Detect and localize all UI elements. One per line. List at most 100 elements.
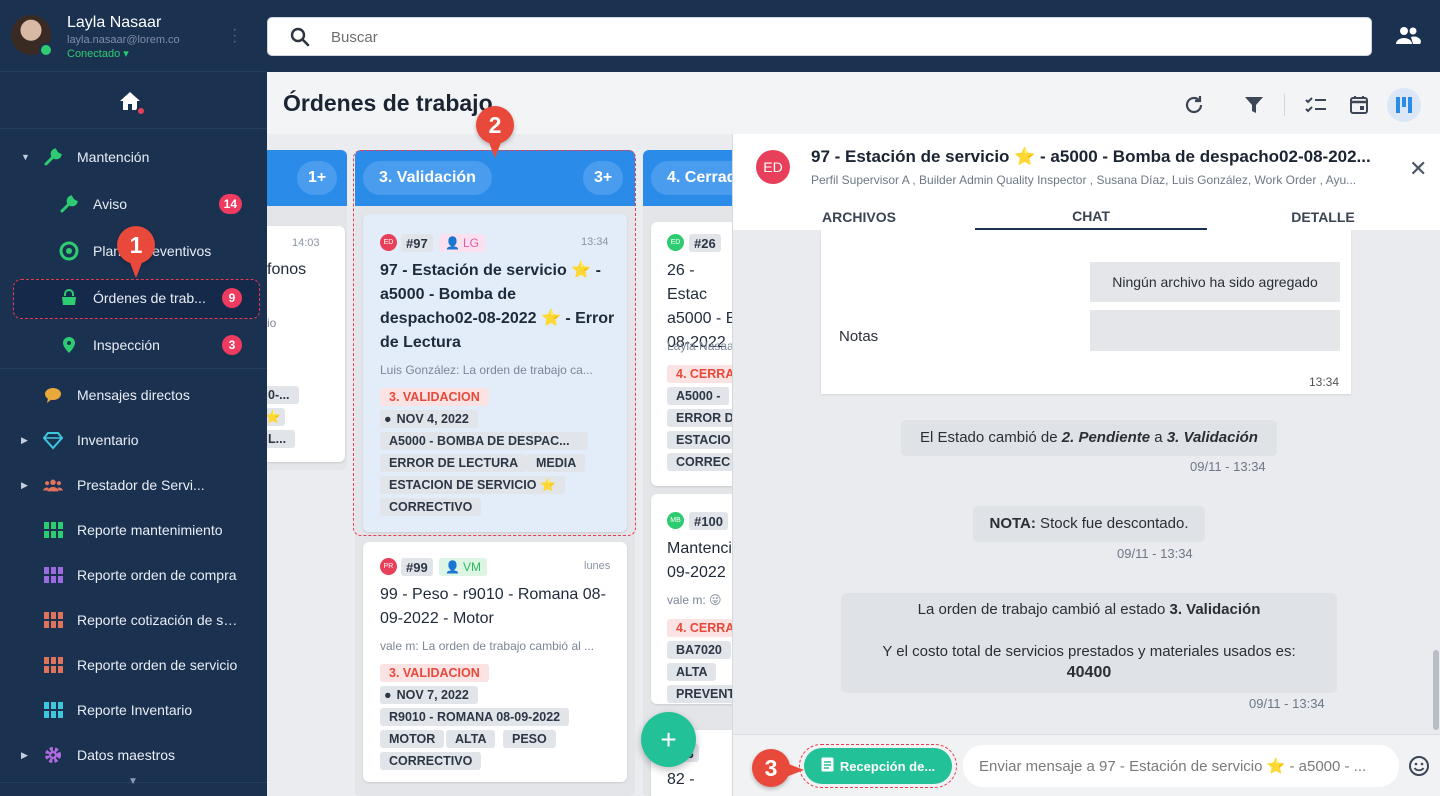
work-order-card-99[interactable]: PR #99 👤 VM lunes 99 - Peso - r9010 - Rom…	[363, 542, 627, 782]
sidebar-item-label: Inspección	[93, 337, 160, 353]
message-label: NOTA:	[989, 515, 1036, 532]
sidebar-item-mantencion[interactable]: ▼ Mantención	[0, 136, 267, 178]
status-tag: 4. CERRA	[667, 365, 732, 383]
board-icon	[1396, 97, 1412, 113]
count-badge: 9	[222, 288, 242, 308]
sidebar-item-label: Inventario	[77, 432, 139, 448]
files-empty-message: Ningún archivo ha sido agregado	[1090, 262, 1340, 302]
clock-icon: ●	[384, 688, 392, 702]
tab-chat[interactable]: CHAT	[975, 204, 1207, 230]
person-icon: 👤	[445, 236, 460, 250]
message-time: 09/11 - 13:34	[1117, 546, 1193, 561]
sidebar-item-reporte-cotizacion[interactable]: Reporte cotización de se...	[0, 599, 267, 641]
column-header: 3. Validación 3+	[355, 150, 635, 206]
caret-right-icon: ▶	[21, 434, 28, 445]
user-status-dropdown[interactable]: Conectado ▾	[67, 47, 129, 60]
tab-archivos[interactable]: ARCHIVOS	[743, 204, 975, 230]
user-name: Layla Nasaar	[67, 14, 162, 31]
sidebar-item-aviso[interactable]: Aviso 14	[0, 183, 267, 225]
message-line: Y el costo total de servicios prestados …	[882, 643, 1296, 660]
user-status-label: Conectado	[67, 48, 121, 60]
sidebar-item-mensajes-directos[interactable]: Mensajes directos	[0, 374, 267, 416]
step-marker-1: 1	[117, 226, 155, 278]
filter-icon	[1245, 97, 1263, 113]
sidebar-item-ordenes-de-trabajo[interactable]: Órdenes de trab... 9	[0, 277, 267, 319]
close-button[interactable]: ✕	[1409, 156, 1427, 182]
assignee-chip: 👤 LG	[439, 234, 485, 252]
gauge-icon	[59, 241, 79, 261]
user-email: layla.nasaar@lorem.co	[67, 34, 180, 46]
calendar-button[interactable]	[1342, 88, 1376, 122]
card-tag: ERROR DE LECTURA	[380, 454, 528, 472]
panel-header: ED 97 - Estación de servicio ⭐ - a5000 -…	[733, 134, 1440, 230]
kebab-menu-icon[interactable]: · · ·	[232, 22, 237, 50]
sidebar-item-label: Órdenes de trab...	[93, 290, 206, 306]
emoji-icon[interactable]	[1408, 755, 1430, 777]
notification-dot	[136, 106, 146, 116]
caret-down-icon: ▾	[123, 48, 129, 60]
status-tag: 4. CERRA	[667, 619, 732, 637]
app-window: Layla Nasaar layla.nasaar@lorem.co Conec…	[0, 0, 1440, 796]
sidebar-item-reporte-orden-de-compra[interactable]: Reporte orden de compra	[0, 554, 267, 596]
card-tag: MOTOR	[380, 730, 445, 748]
message-state: 2. Pendiente	[1061, 429, 1151, 446]
assignee-initials: LG	[462, 236, 479, 250]
diamond-icon	[43, 430, 63, 450]
sidebar-item-label: Aviso	[93, 196, 127, 212]
avatar[interactable]	[11, 15, 53, 57]
checklist-button[interactable]	[1299, 88, 1333, 122]
sidebar-item-datos-maestros[interactable]: ▶ Datos maestros	[0, 734, 267, 776]
home-button[interactable]	[118, 90, 148, 116]
card-tag: PREVENT	[667, 685, 732, 703]
sidebar-item-reporte-inventario[interactable]: Reporte Inventario	[0, 689, 267, 731]
sidebar-item-reporte-mantenimiento[interactable]: Reporte mantenimiento	[0, 509, 267, 551]
card-id: #100	[689, 512, 728, 530]
card-tag: A5000 - BOMBA DE DESPAC...	[380, 432, 588, 450]
filter-button[interactable]	[1237, 88, 1271, 122]
card-time: 14:03	[292, 237, 320, 249]
work-order-card-97[interactable]: ED #97 👤 LG 13:34 97 - Estación de servic…	[363, 214, 627, 532]
work-order-card[interactable]: 14:03 fonos io 0-... ⭐ L...	[267, 226, 345, 462]
column-title: 3. Validación	[363, 161, 492, 195]
message-input[interactable]	[963, 745, 1399, 787]
avatar: ED	[380, 234, 397, 251]
sidebar-item-inspeccion[interactable]: Inspección 3	[0, 324, 267, 366]
status-tag: 3. VALIDACION	[380, 664, 489, 682]
search-input[interactable]	[331, 26, 1331, 48]
card-tag: CORREC	[667, 453, 732, 471]
kanban-column-validacion: 3. Validación 3+ ED #97 👤 LG 13:34 97 - E…	[355, 150, 635, 796]
card-title: 82 - Regis	[667, 771, 708, 796]
card-title: 99 - Peso - r9010 - Romana 08-09-2022 - …	[380, 586, 606, 627]
column-header: 1+	[267, 150, 347, 206]
sidebar-item-prestador-de-servicios[interactable]: ▶ Prestador de Servi...	[0, 464, 267, 506]
calendar-icon	[1350, 96, 1368, 114]
contacts-icon[interactable]	[1395, 25, 1421, 47]
avatar: ED	[756, 150, 790, 184]
tab-detalle[interactable]: DETALLE	[1207, 204, 1439, 230]
refresh-button[interactable]	[1177, 88, 1211, 122]
sidebar-item-label: Reporte Inventario	[77, 702, 193, 718]
chat-scrollbar[interactable]	[1433, 650, 1439, 730]
message-state: 3. Validación	[1169, 601, 1261, 618]
column-header: 4. Cerrada	[643, 150, 732, 206]
work-order-card-100[interactable]: MB #100 Mantencio 09-2022 vale m: 😜 4. C…	[651, 494, 732, 704]
card-id: #99	[401, 558, 433, 576]
scroll-down-icon[interactable]: ▼	[128, 776, 138, 787]
avatar: PR	[380, 558, 397, 575]
reception-button[interactable]: Recepción de...	[804, 748, 952, 784]
card-tag: ALTA	[667, 663, 717, 681]
board-header: Órdenes de trabajo	[267, 72, 1440, 134]
search-box[interactable]	[267, 17, 1372, 56]
work-order-card-26[interactable]: ED #26 26 - Estac a5000 - B 08-2022 Layl…	[651, 222, 732, 486]
sidebar-item-inventario[interactable]: ▶ Inventario	[0, 419, 267, 461]
card-tag: R9010 - ROMANA 08-09-2022	[380, 708, 570, 726]
add-work-order-button[interactable]: +	[641, 712, 696, 767]
card-title: fonos	[267, 261, 307, 278]
sidebar-item-label: Reporte mantenimiento	[77, 522, 223, 538]
date-text: NOV 4, 2022	[396, 412, 469, 426]
panel-members: Perfil Supervisor A , Builder Admin Qual…	[811, 173, 1357, 187]
board-view-button[interactable]	[1387, 88, 1421, 122]
user-profile[interactable]: Layla Nasaar layla.nasaar@lorem.co Conec…	[0, 0, 267, 72]
sidebar-item-reporte-orden-de-servicio[interactable]: Reporte orden de servicio	[0, 644, 267, 686]
notes-field	[1090, 310, 1340, 351]
